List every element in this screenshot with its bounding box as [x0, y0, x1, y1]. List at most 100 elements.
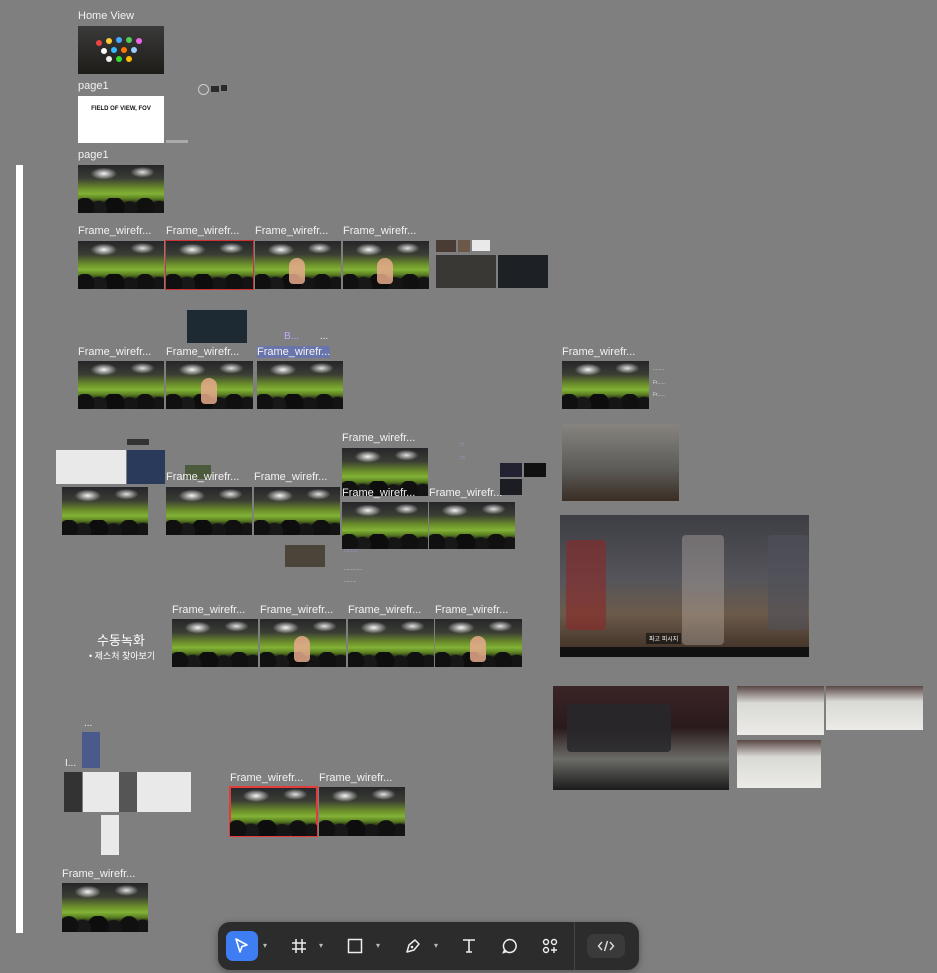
stadium-frame[interactable] [172, 619, 258, 667]
reference-image[interactable] [285, 545, 325, 567]
stadium-frame-gesture[interactable] [166, 361, 253, 409]
reference-image[interactable] [498, 255, 548, 288]
note-text[interactable]: :::: [460, 455, 466, 461]
mobile-screen[interactable] [101, 815, 119, 855]
mobile-screen[interactable] [83, 772, 101, 812]
video-controls-bar[interactable] [560, 647, 809, 657]
stadium-frame[interactable] [429, 502, 515, 549]
chevron-down-icon[interactable]: ▾ [434, 941, 438, 950]
frame-label[interactable]: Frame_wirefr... [230, 772, 303, 784]
frame-label[interactable]: Frame_wirefr... [172, 604, 245, 616]
chevron-down-icon[interactable]: ▾ [319, 941, 323, 950]
note-snippet[interactable] [166, 140, 188, 143]
stadium-frame[interactable] [257, 361, 343, 409]
reference-image[interactable] [500, 463, 522, 477]
stadium-frame[interactable] [78, 241, 164, 289]
stadium-frame[interactable] [319, 787, 405, 836]
text-tool-button[interactable] [454, 931, 484, 961]
frame-label[interactable]: Frame_wirefr... [342, 432, 415, 444]
mobile-screen[interactable] [173, 772, 191, 812]
home-view-frame[interactable] [78, 26, 164, 74]
camera-icon[interactable] [221, 85, 227, 91]
frame-label[interactable]: Frame_wirefr... [78, 346, 151, 358]
stadium-frame[interactable] [254, 487, 340, 535]
ui-chip[interactable] [127, 439, 149, 445]
note-text[interactable]: ::: [460, 442, 464, 448]
stadium-frame[interactable] [62, 883, 148, 932]
note-text[interactable]: Fr...... [653, 392, 666, 398]
ellipsis-label[interactable]: ... [84, 718, 92, 730]
frame-label[interactable]: Frame_wirefr... [562, 346, 635, 358]
stadium-frame[interactable] [166, 487, 252, 535]
note-text[interactable]: ........ [653, 366, 664, 372]
frame-label[interactable]: Frame_wirefr... [166, 225, 239, 237]
fov-frame[interactable]: FIELD OF VIEW, FOV [78, 96, 164, 143]
frame-label[interactable]: Frame_wirefr... [166, 471, 239, 483]
frame-label[interactable]: Frame_wirefr... [62, 868, 135, 880]
frame-label-selected[interactable]: Frame_wirefr... [257, 346, 331, 358]
shape-tool-button[interactable] [340, 931, 370, 961]
stadium-frame-gesture[interactable] [435, 619, 522, 667]
pen-tool-button[interactable] [398, 931, 428, 961]
reference-image[interactable] [436, 255, 496, 288]
reference-image[interactable] [436, 240, 456, 252]
chevron-down-icon[interactable]: ▾ [376, 941, 380, 950]
comment-tool-button[interactable] [495, 931, 525, 961]
mobile-screen[interactable] [101, 772, 119, 812]
ellipsis-label[interactable]: ... [320, 331, 328, 343]
frame-label[interactable]: Frame_wirefr... [342, 487, 415, 499]
stadium-frame[interactable] [62, 487, 148, 535]
stadium-frame-gesture[interactable] [255, 241, 341, 289]
design-canvas[interactable]: Home View page1 FIELD OF VIEW, FOV page1… [0, 0, 937, 973]
reference-image[interactable] [458, 240, 470, 252]
ui-panel[interactable] [127, 450, 165, 484]
mobile-screen[interactable] [137, 772, 155, 812]
stadium-frame-gesture[interactable] [260, 619, 346, 667]
actions-tool-button[interactable] [535, 931, 565, 961]
stadium-frame-gesture[interactable] [343, 241, 429, 289]
circle-shape[interactable] [198, 84, 209, 95]
stadium-frame-selected[interactable] [229, 786, 318, 837]
frame-label[interactable]: Frame_wirefr... [348, 604, 421, 616]
frame-label[interactable]: Frame_wirefr... [255, 225, 328, 237]
video-player-frame[interactable]: 파고 피시지 [560, 515, 809, 657]
frame-label-page1[interactable]: page1 [78, 149, 109, 161]
avatar-poster-image[interactable] [187, 310, 247, 343]
wireframe-screens[interactable] [56, 450, 126, 484]
section-subtitle[interactable]: • 제스처 찾아보기 [89, 649, 155, 662]
frame-label[interactable]: Frame_wirefr... [260, 604, 333, 616]
hockey-frame[interactable] [737, 740, 821, 788]
mobile-screen[interactable] [82, 732, 100, 768]
note-text[interactable]: Fr...... [653, 380, 666, 386]
ellipsis-label[interactable]: I... [65, 758, 76, 770]
mobile-screen[interactable] [155, 772, 173, 812]
frame-label-page1[interactable]: page1 [78, 80, 109, 92]
move-tool-button[interactable] [226, 931, 258, 961]
stadium-frame[interactable] [165, 240, 254, 290]
frame-label[interactable]: Frame_wirefr... [166, 346, 239, 358]
note-text[interactable]: ............. [344, 566, 362, 572]
component-label-b[interactable]: B... [284, 331, 299, 343]
vr-menu-frame[interactable] [562, 424, 679, 501]
stadium-frame[interactable] [342, 502, 428, 549]
frame-tool-button[interactable] [284, 931, 314, 961]
dev-mode-toggle[interactable] [587, 934, 625, 958]
camera-icon[interactable] [211, 86, 219, 92]
section-title[interactable]: 수동녹화 [97, 630, 145, 649]
frame-label[interactable]: Frame_wirefr... [78, 225, 151, 237]
reference-image[interactable] [472, 240, 490, 251]
frame-label[interactable]: Frame_wirefr... [343, 225, 416, 237]
hockey-frame[interactable] [737, 686, 824, 735]
frame-label[interactable]: Frame_wirefr... [319, 772, 392, 784]
frame-label[interactable]: Frame_wirefr... [429, 487, 502, 499]
frame-label[interactable]: Frame_wirefr... [435, 604, 508, 616]
note-text[interactable]: :::::::::: [344, 548, 358, 554]
hockey-frame[interactable] [826, 686, 923, 730]
frame-label-home-view[interactable]: Home View [78, 10, 134, 22]
stadium-frame[interactable] [562, 361, 649, 409]
reference-image[interactable] [524, 463, 546, 477]
stadium-frame[interactable] [348, 619, 434, 667]
chevron-down-icon[interactable]: ▾ [263, 941, 267, 950]
reference-image[interactable] [500, 479, 522, 495]
frame-label[interactable]: Frame_wirefr... [254, 471, 327, 483]
